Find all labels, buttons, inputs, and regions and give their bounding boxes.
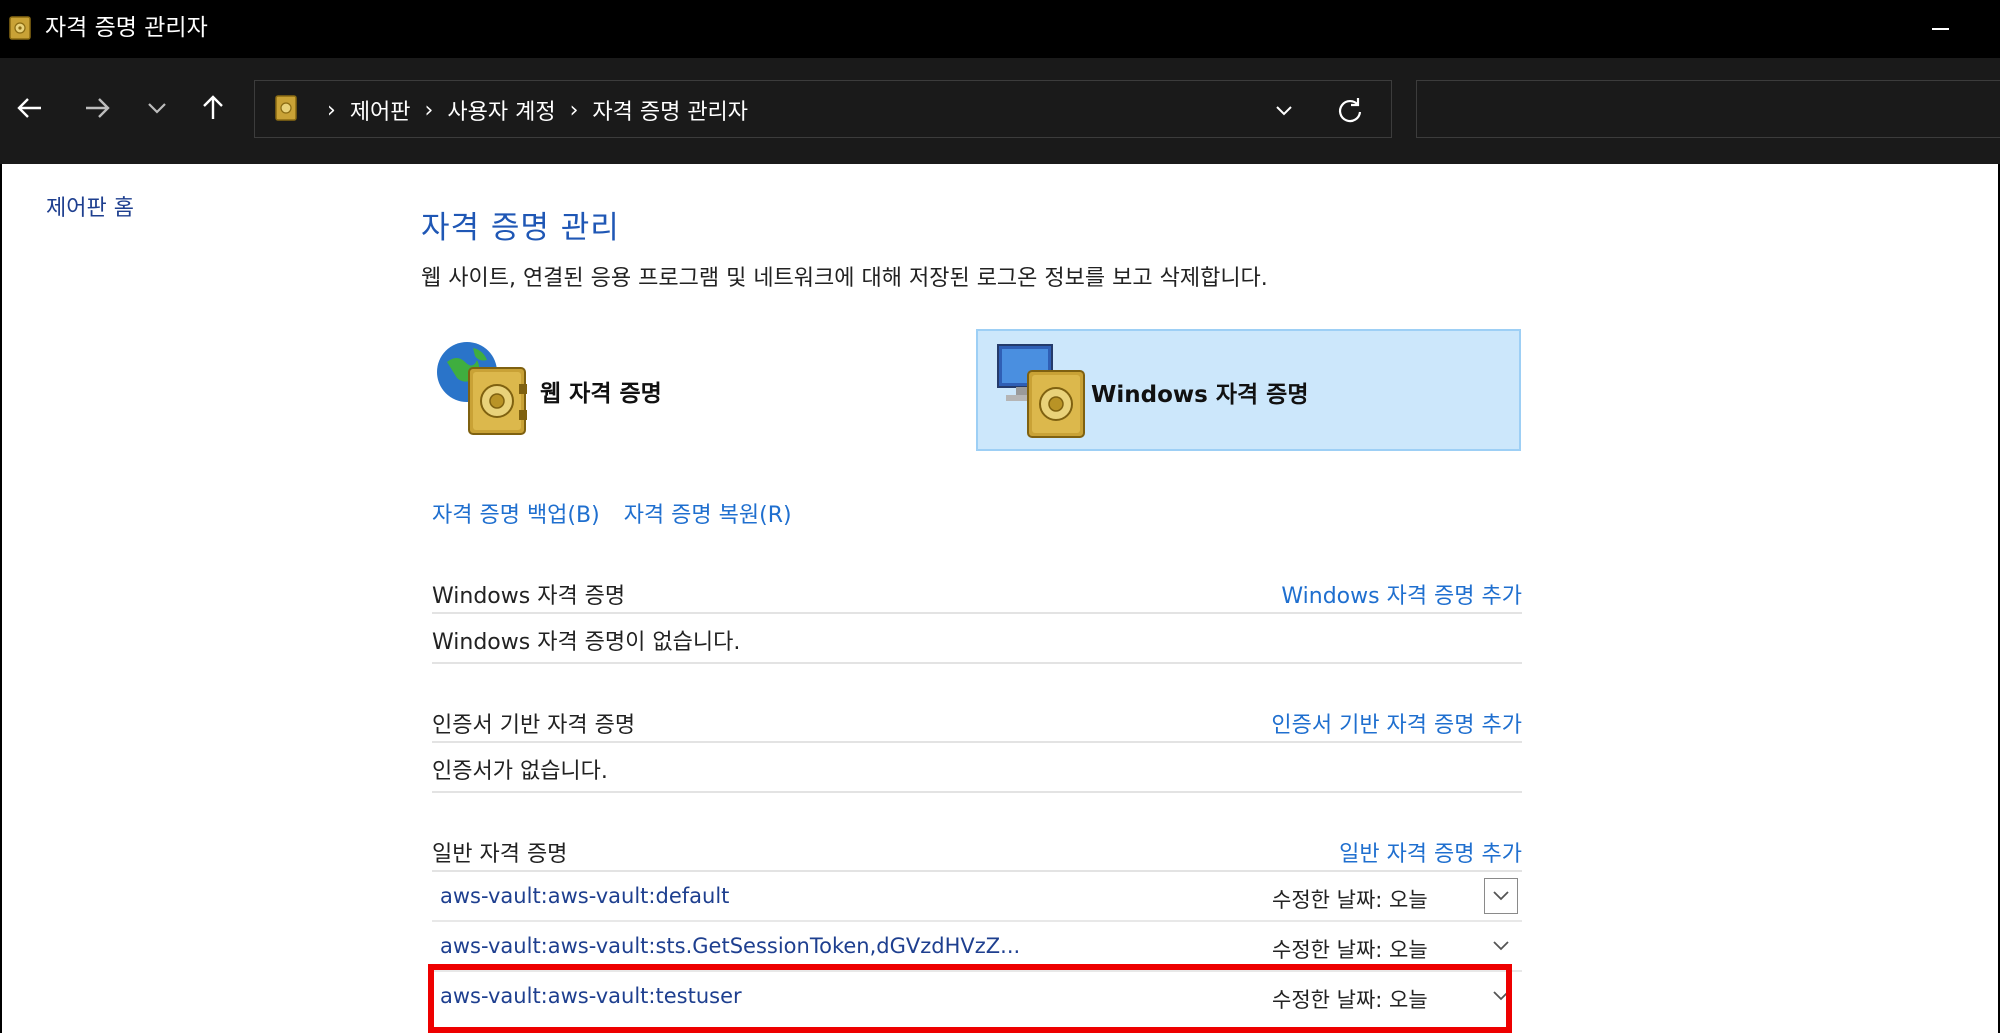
recent-locations-button[interactable] — [137, 88, 177, 128]
back-button[interactable] — [10, 88, 50, 128]
credential-name: aws-vault:aws-vault:default — [440, 884, 730, 908]
chevron-down-icon — [1493, 941, 1509, 951]
forward-arrow-icon — [86, 98, 110, 118]
backup-credentials-link[interactable]: 자격 증명 백업(B) — [432, 497, 600, 529]
windows-credentials-label: Windows 자격 증명 — [1091, 382, 1309, 408]
section-header: 일반 자격 증명 일반 자격 증명 추가 — [432, 830, 1522, 872]
page-description: 웹 사이트, 연결된 응용 프로그램 및 네트워크에 대해 저장된 로그온 정보… — [421, 266, 1268, 291]
breadcrumb: › 제어판 › 사용자 계정 › 자격 증명 관리자 — [313, 93, 748, 127]
chevron-down-icon — [148, 103, 166, 114]
breadcrumb-separator: › — [569, 97, 579, 123]
empty-message: Windows 자격 증명이 없습니다. — [432, 614, 1522, 664]
minimize-button[interactable] — [1920, 10, 1960, 46]
up-arrow-icon — [203, 95, 223, 119]
section-header: Windows 자격 증명 Windows 자격 증명 추가 — [432, 572, 1522, 614]
credential-row[interactable]: aws-vault:aws-vault:sts.GetSessionToken,… — [432, 922, 1522, 972]
credential-modified-date: 수정한 날짜: 오늘 — [1272, 888, 1428, 912]
credential-name: aws-vault:aws-vault:sts.GetSessionToken,… — [440, 934, 1021, 958]
back-arrow-icon — [17, 98, 41, 118]
expand-button[interactable] — [1484, 978, 1518, 1014]
section-title: Windows 자격 증명 — [432, 584, 626, 609]
expand-button[interactable] — [1484, 928, 1518, 964]
refresh-icon[interactable] — [1333, 93, 1367, 127]
credential-row[interactable]: aws-vault:aws-vault:testuser 수정한 날짜: 오늘 — [432, 972, 1522, 1020]
breadcrumb-separator: › — [327, 97, 336, 123]
section-title: 일반 자격 증명 — [432, 842, 568, 867]
credential-modified-date: 수정한 날짜: 오늘 — [1272, 988, 1428, 1012]
restore-credentials-link[interactable]: 자격 증명 복원(R) — [624, 497, 792, 529]
breadcrumb-control-panel[interactable]: 제어판 — [350, 94, 411, 126]
credential-name: aws-vault:aws-vault:testuser — [440, 984, 742, 1008]
forward-button[interactable] — [77, 88, 117, 128]
credential-modified-date: 수정한 날짜: 오늘 — [1272, 938, 1428, 962]
windows-credentials-icon — [997, 344, 1085, 438]
address-history-dropdown-icon[interactable] — [1269, 95, 1299, 125]
empty-message-text: 인증서가 없습니다. — [432, 759, 608, 784]
search-input[interactable] — [1416, 80, 2000, 138]
section-header: 인증서 기반 자격 증명 인증서 기반 자격 증명 추가 — [432, 701, 1522, 743]
windows-credentials-tile[interactable]: Windows 자격 증명 — [976, 329, 1521, 451]
credential-manager-icon — [9, 16, 31, 40]
section-title: 인증서 기반 자격 증명 — [432, 713, 636, 738]
address-bar[interactable]: › 제어판 › 사용자 계정 › 자격 증명 관리자 — [254, 80, 1392, 138]
breadcrumb-credential-manager[interactable]: 자격 증명 관리자 — [592, 94, 748, 126]
backup-restore-links: 자격 증명 백업(B) 자격 증명 복원(R) — [432, 497, 792, 529]
web-credentials-tile[interactable]: 웹 자격 증명 — [433, 332, 733, 452]
expand-button[interactable] — [1484, 878, 1518, 914]
breadcrumb-separator: › — [424, 97, 434, 123]
add-generic-credential-link[interactable]: 일반 자격 증명 추가 — [1339, 836, 1522, 868]
chevron-down-icon — [1493, 991, 1509, 1001]
empty-message-text: Windows 자격 증명이 없습니다. — [432, 630, 741, 655]
empty-message: 인증서가 없습니다. — [432, 743, 1522, 793]
navigation-bar: › 제어판 › 사용자 계정 › 자격 증명 관리자 — [0, 58, 2000, 164]
page-title: 자격 증명 관리 — [421, 210, 620, 246]
up-button[interactable] — [193, 88, 233, 128]
add-windows-credential-link[interactable]: Windows 자격 증명 추가 — [1281, 578, 1522, 610]
chevron-down-icon — [1493, 891, 1509, 901]
web-credentials-icon — [437, 342, 527, 435]
control-panel-home-link[interactable]: 제어판 홈 — [46, 190, 134, 222]
breadcrumb-user-accounts[interactable]: 사용자 계정 — [447, 94, 555, 126]
credential-manager-icon — [275, 95, 297, 121]
title-bar: 자격 증명 관리자 — [0, 0, 2000, 58]
web-credentials-label: 웹 자격 증명 — [540, 381, 662, 407]
credential-row[interactable]: aws-vault:aws-vault:default 수정한 날짜: 오늘 — [432, 872, 1522, 922]
window-title: 자격 증명 관리자 — [45, 15, 208, 41]
add-certificate-credential-link[interactable]: 인증서 기반 자격 증명 추가 — [1271, 707, 1522, 739]
